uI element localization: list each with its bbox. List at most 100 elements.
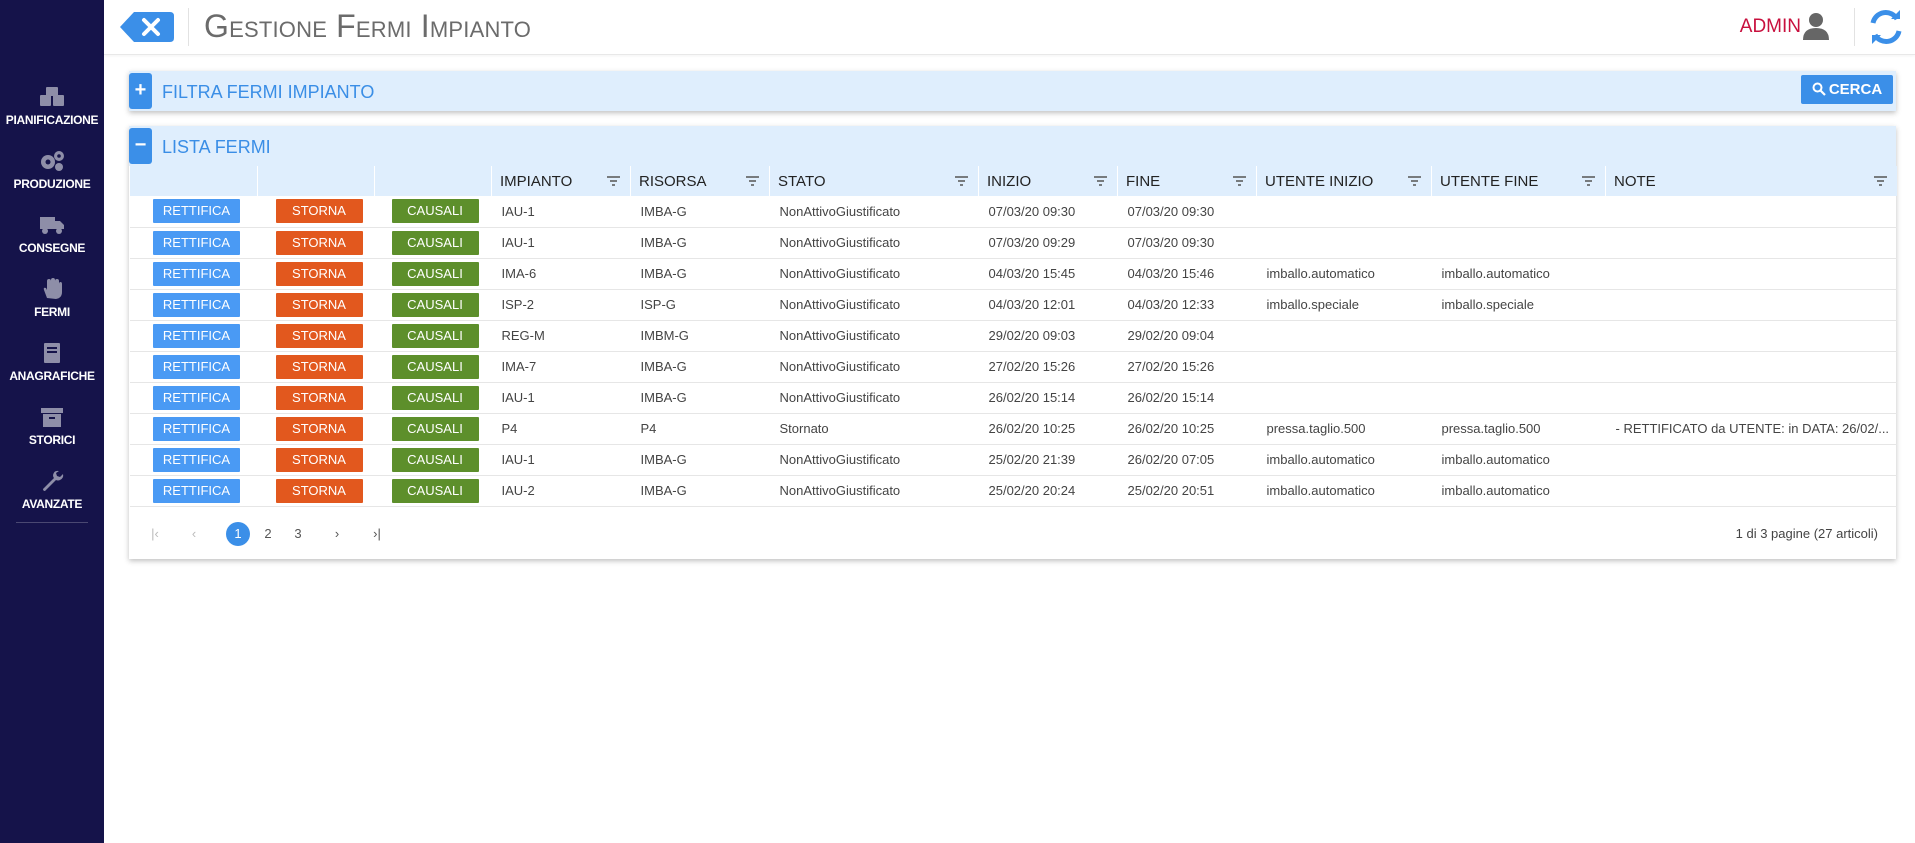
- column-header-risorsa[interactable]: RISORSA: [630, 166, 770, 196]
- utente-inizio-cell: [1256, 227, 1432, 259]
- close-icon: [120, 12, 174, 42]
- close-back-button[interactable]: [120, 12, 174, 42]
- refresh-icon[interactable]: [1867, 8, 1905, 46]
- rettifica-button[interactable]: RETTIFICA: [153, 230, 240, 255]
- first-page-button[interactable]: |‹: [143, 522, 167, 546]
- storna-button[interactable]: STORNA: [275, 354, 363, 379]
- sidebar-item-storici[interactable]: STORICI: [0, 406, 104, 468]
- table-row[interactable]: RETTIFICA STORNA CAUSALI ISP-2 ISP-G NonAttiv…: [129, 289, 1897, 321]
- causali-button[interactable]: CAUSALI: [391, 447, 479, 472]
- fine-cell: 07/03/20 09:30: [1117, 227, 1257, 259]
- utente-inizio-cell: [1256, 382, 1432, 414]
- sidebar-item-produzione[interactable]: PRODUZIONE: [0, 150, 104, 212]
- sidebar-item-fermi[interactable]: FERMI: [0, 278, 104, 340]
- table-row[interactable]: RETTIFICA STORNA CAUSALI IAU-1 IMBA-G NonAtti…: [129, 227, 1897, 259]
- table-row[interactable]: RETTIFICA STORNA CAUSALI IMA-7 IMBA-G NonAtti…: [129, 351, 1897, 383]
- filter-icon[interactable]: [1582, 176, 1595, 186]
- page-button-2[interactable]: 2: [256, 522, 280, 546]
- filter-icon[interactable]: [955, 176, 968, 186]
- column-header-fine[interactable]: FINE: [1117, 166, 1257, 196]
- filter-icon[interactable]: [1873, 176, 1887, 186]
- filter-icon[interactable]: [607, 176, 620, 186]
- table-row[interactable]: RETTIFICA STORNA CAUSALI IAU-1 IMBA-G NonAtti…: [129, 382, 1897, 414]
- prev-page-button[interactable]: ‹: [182, 522, 206, 546]
- impianto-cell: IAU-1: [491, 196, 631, 228]
- causali-button[interactable]: CAUSALI: [391, 385, 479, 410]
- sidebar-item-anagrafiche[interactable]: ANAGRAFICHE: [0, 342, 104, 404]
- causali-button[interactable]: CAUSALI: [391, 478, 479, 503]
- utente-inizio-cell: [1256, 320, 1432, 352]
- user-icon[interactable]: [1803, 12, 1829, 40]
- table-row[interactable]: RETTIFICA STORNA CAUSALI P4 P4 Stornato 26/02/…: [129, 413, 1897, 445]
- inizio-cell: 04/03/20 15:45: [978, 258, 1118, 290]
- sidebar-item-consegne[interactable]: CONSEGNE: [0, 214, 104, 276]
- rettifica-button[interactable]: RETTIFICA: [153, 261, 240, 286]
- causali-button[interactable]: CAUSALI: [391, 199, 479, 224]
- user-name[interactable]: ADMIN: [1740, 16, 1801, 38]
- utente-inizio-cell: [1256, 196, 1432, 228]
- storna-button[interactable]: STORNA: [275, 323, 363, 348]
- storna-button[interactable]: STORNA: [275, 478, 363, 503]
- column-header-inizio[interactable]: INIZIO: [978, 166, 1118, 196]
- causali-button[interactable]: CAUSALI: [391, 416, 479, 441]
- table-row[interactable]: RETTIFICA STORNA CAUSALI IAU-1 IMBA-G NonAtti…: [129, 444, 1897, 476]
- filter-icon[interactable]: [746, 176, 759, 186]
- search-button[interactable]: CERCA: [1801, 75, 1893, 104]
- table-row[interactable]: RETTIFICA STORNA CAUSALI IMA-6 IMBA-G NonAtti…: [129, 258, 1897, 290]
- fine-cell: 26/02/20 10:25: [1117, 413, 1257, 445]
- column-header-utente-fine[interactable]: UTENTE FINE: [1431, 166, 1606, 196]
- risorsa-cell: IMBA-G: [630, 196, 770, 228]
- inizio-cell: 29/02/20 09:03: [978, 320, 1118, 352]
- rettifica-button[interactable]: RETTIFICA: [153, 385, 240, 410]
- impianto-cell: P4: [491, 413, 631, 445]
- last-page-button[interactable]: ›|: [365, 522, 389, 546]
- utente-fine-cell: [1431, 227, 1606, 259]
- note-cell: [1605, 196, 1897, 228]
- page-button-3[interactable]: 3: [286, 522, 310, 546]
- utente-fine-cell: [1431, 382, 1606, 414]
- storna-button[interactable]: STORNA: [275, 230, 363, 255]
- table-row[interactable]: RETTIFICA STORNA CAUSALI IAU-2 IMBA-G NonAtti…: [129, 475, 1897, 507]
- storna-button[interactable]: STORNA: [275, 292, 363, 317]
- stato-cell: NonAttivoGiustificato: [769, 258, 979, 290]
- rettifica-button[interactable]: RETTIFICA: [153, 354, 240, 379]
- storna-button[interactable]: STORNA: [275, 416, 363, 441]
- action-cell: RETTIFICA: [129, 258, 258, 290]
- action-cell: CAUSALI: [374, 382, 492, 414]
- column-header-stato[interactable]: STATO: [769, 166, 979, 196]
- rettifica-button[interactable]: RETTIFICA: [153, 323, 240, 348]
- causali-button[interactable]: CAUSALI: [391, 323, 479, 348]
- rettifica-button[interactable]: RETTIFICA: [153, 292, 240, 317]
- stato-cell: NonAttivoGiustificato: [769, 351, 979, 383]
- collapse-list-button[interactable]: −: [129, 128, 152, 164]
- table-row[interactable]: RETTIFICA STORNA CAUSALI IAU-1 IMBA-G NonAtti…: [129, 196, 1897, 228]
- action-cell: CAUSALI: [374, 444, 492, 476]
- inizio-cell: 07/03/20 09:29: [978, 227, 1118, 259]
- hand-icon: [43, 278, 62, 299]
- storna-button[interactable]: STORNA: [275, 447, 363, 472]
- rettifica-button[interactable]: RETTIFICA: [153, 416, 240, 441]
- expand-filter-button[interactable]: +: [129, 73, 152, 109]
- column-header-utente-inizio[interactable]: UTENTE INIZIO: [1256, 166, 1432, 196]
- storna-button[interactable]: STORNA: [275, 199, 363, 224]
- table-row[interactable]: RETTIFICA STORNA CAUSALI REG-M IMBM-G NonAtti…: [129, 320, 1897, 352]
- list-panel-header: − LISTA FERMI: [129, 126, 1896, 166]
- filter-icon[interactable]: [1094, 176, 1107, 186]
- storna-button[interactable]: STORNA: [275, 261, 363, 286]
- page-button-1[interactable]: 1: [226, 521, 250, 546]
- column-header-impianto[interactable]: IMPIANTO: [491, 166, 631, 196]
- rettifica-button[interactable]: RETTIFICA: [153, 478, 240, 503]
- filter-icon[interactable]: [1408, 176, 1421, 186]
- causali-button[interactable]: CAUSALI: [391, 261, 479, 286]
- storna-button[interactable]: STORNA: [275, 385, 363, 410]
- causali-button[interactable]: CAUSALI: [391, 230, 479, 255]
- filter-icon[interactable]: [1233, 176, 1246, 186]
- rettifica-button[interactable]: RETTIFICA: [153, 447, 240, 472]
- sidebar-item-pianificazione[interactable]: PIANIFICAZIONE: [0, 86, 104, 148]
- table-header-row: IMPIANTO RISORSA STATO INIZIO FINE UTENT…: [129, 166, 1897, 196]
- causali-button[interactable]: CAUSALI: [391, 292, 479, 317]
- rettifica-button[interactable]: RETTIFICA: [153, 199, 240, 224]
- column-header-note[interactable]: NOTE: [1605, 166, 1897, 196]
- next-page-button[interactable]: ›: [325, 522, 349, 546]
- causali-button[interactable]: CAUSALI: [391, 354, 479, 379]
